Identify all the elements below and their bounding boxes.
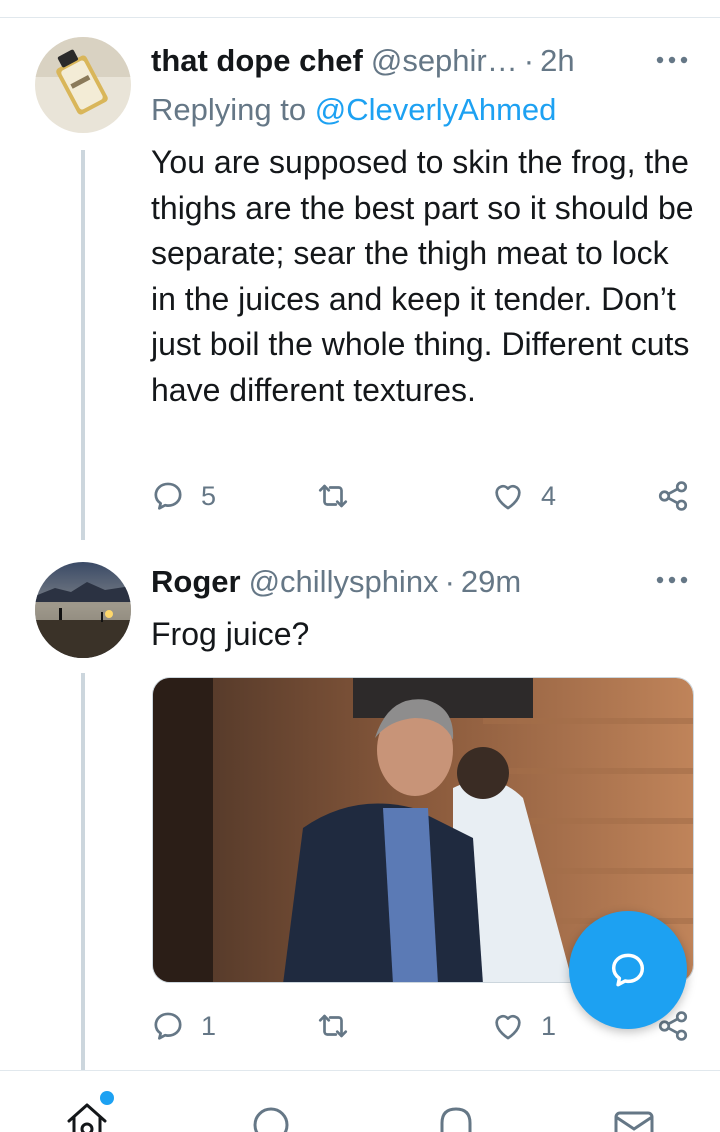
replying-prefix: Replying to (151, 92, 307, 127)
timestamp[interactable]: 29m (461, 564, 521, 600)
like-count: 4 (541, 480, 557, 511)
share-button[interactable] (656, 479, 690, 513)
replying-to: Replying to @CleverlyAhmed (151, 92, 556, 128)
retweet-button[interactable] (316, 479, 350, 513)
retweet-icon (318, 1014, 348, 1038)
like-count: 1 (541, 1010, 557, 1041)
nav-notifications[interactable] (434, 1099, 478, 1132)
notification-dot (100, 1091, 114, 1105)
author-handle[interactable]: @sephir… (371, 43, 518, 79)
reply-button[interactable]: 5 (151, 479, 216, 513)
share-icon (658, 481, 688, 511)
bottom-nav (0, 1070, 720, 1132)
author-name[interactable]: Roger (151, 564, 241, 600)
compose-reply-icon (611, 953, 645, 987)
notifications-icon (440, 1107, 472, 1132)
thread-line (81, 673, 85, 1070)
nav-search[interactable] (250, 1099, 294, 1132)
tweet-actions: 5 4 (151, 479, 696, 519)
compose-reply-button[interactable] (569, 911, 687, 1029)
avatar[interactable] (35, 562, 131, 658)
retweet-icon (318, 484, 348, 508)
like-button[interactable]: 1 (491, 1009, 556, 1043)
tweet-text: You are supposed to skin the frog, the t… (151, 144, 694, 408)
more-icon[interactable] (654, 572, 690, 588)
tweet-text: Frog juice? (151, 616, 310, 652)
author-handle[interactable]: @chillysphinx (249, 564, 439, 600)
like-button[interactable]: 4 (491, 479, 556, 513)
replying-mention[interactable]: @CleverlyAhmed (315, 92, 557, 127)
author-name[interactable]: that dope chef (151, 43, 363, 79)
timestamp[interactable]: 2h (540, 43, 574, 79)
heart-icon (495, 484, 521, 510)
reply-icon (154, 482, 182, 510)
nav-messages[interactable] (612, 1099, 656, 1132)
messages-icon (614, 1111, 654, 1132)
reply-count: 5 (201, 480, 217, 511)
separator: · (523, 43, 535, 78)
tweet-1[interactable]: that dope chef @sephir… · 2h Replying to… (0, 0, 720, 540)
tweet-header: that dope chef @sephir… · 2h (151, 43, 700, 79)
more-icon[interactable] (654, 52, 690, 68)
avatar[interactable] (35, 37, 131, 133)
separator: · (444, 564, 455, 599)
retweet-button[interactable] (316, 1009, 350, 1043)
heart-icon (495, 1014, 521, 1040)
reply-button[interactable]: 1 (151, 1009, 216, 1043)
search-icon (253, 1107, 289, 1132)
thread-line (81, 150, 85, 540)
tweet-header: Roger @chillysphinx · 29m (151, 564, 700, 600)
reply-icon (154, 1012, 182, 1040)
reply-count: 1 (201, 1010, 217, 1041)
